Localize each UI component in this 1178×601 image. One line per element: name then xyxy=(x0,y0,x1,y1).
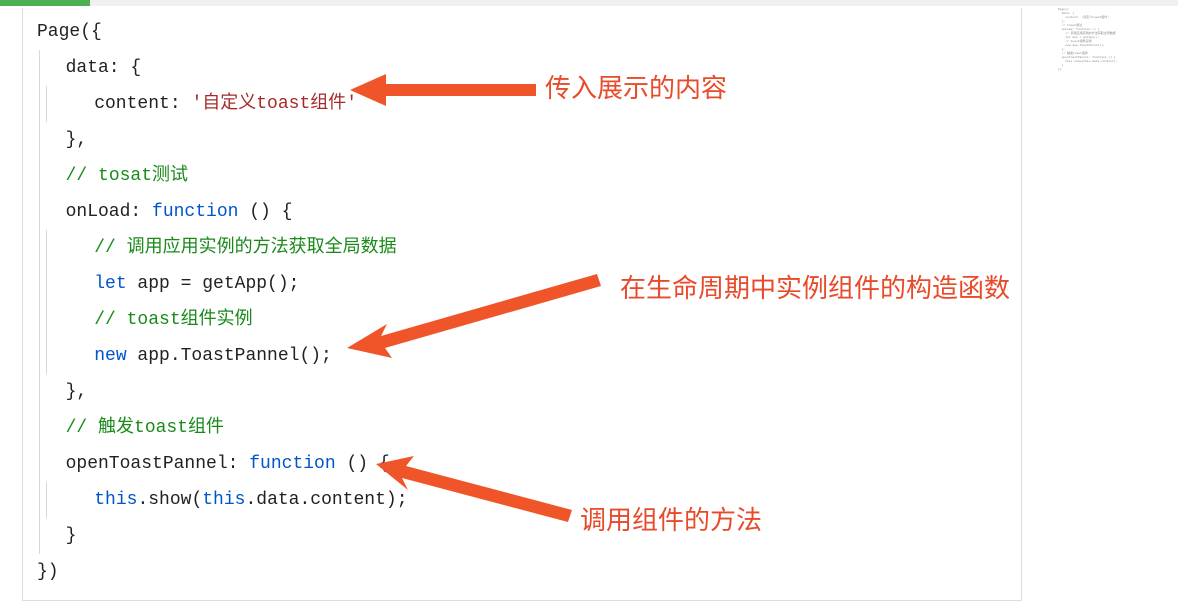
code-line: data: { xyxy=(37,50,1007,86)
code-line: }, xyxy=(37,122,1007,158)
code-line: new app.ToastPannel(); xyxy=(37,338,1007,374)
code-editor[interactable]: Page({ data: { content: '自定义toast组件' }, … xyxy=(22,8,1022,601)
code-line: let app = getApp(); xyxy=(37,266,1007,302)
code-line: this.show(this.data.content); xyxy=(37,482,1007,518)
code-line: openToastPannel: function () { xyxy=(37,446,1007,482)
code-line: } xyxy=(37,518,1007,554)
code-line: // 调用应用实例的方法获取全局数据 xyxy=(37,230,1007,266)
code-line: onLoad: function () { xyxy=(37,194,1007,230)
code-line: content: '自定义toast组件' xyxy=(37,86,1007,122)
code-line: // toast组件实例 xyxy=(37,302,1007,338)
progress-indicator xyxy=(0,0,90,6)
top-bar xyxy=(0,0,1178,6)
code-line: Page({ xyxy=(37,14,1007,50)
code-line: // 触发toast组件 xyxy=(37,410,1007,446)
code-line: }, xyxy=(37,374,1007,410)
minimap[interactable]: Page({ data: { content: '自定义toast组件' }, … xyxy=(1058,8,1168,88)
code-line: }) xyxy=(37,554,1007,590)
code-line: // tosat测试 xyxy=(37,158,1007,194)
